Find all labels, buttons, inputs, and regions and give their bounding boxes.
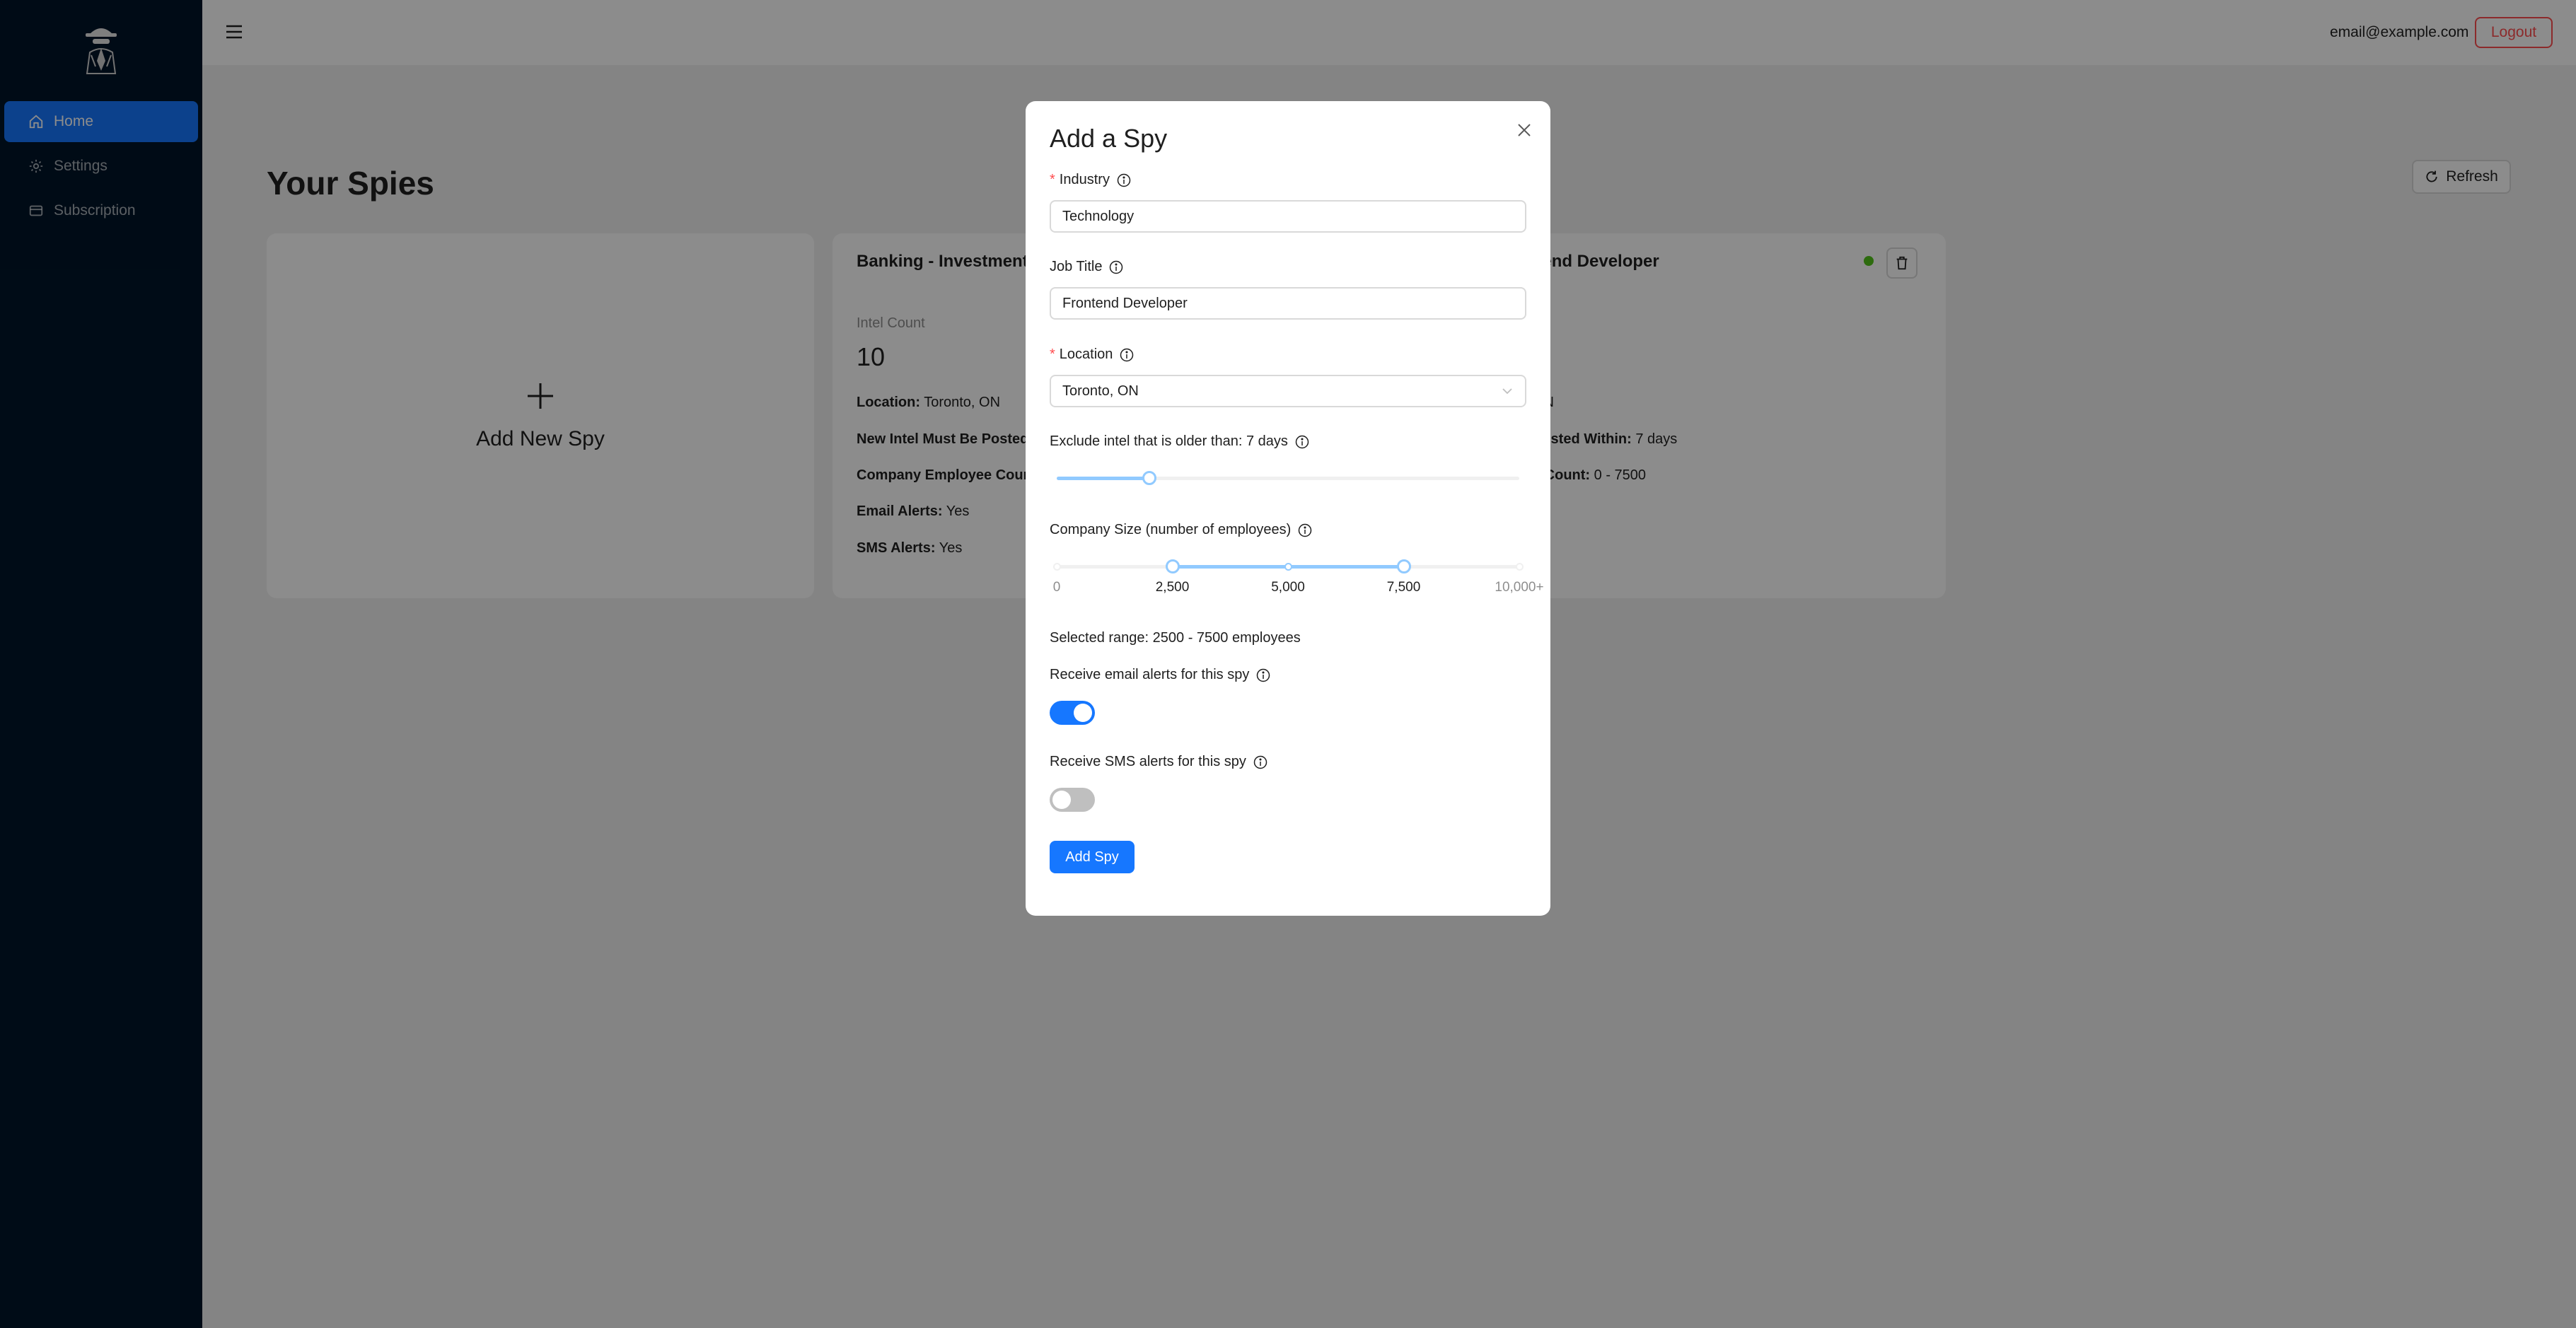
email-alerts-toggle[interactable] bbox=[1050, 701, 1095, 725]
required-mark: * bbox=[1050, 172, 1055, 187]
close-icon bbox=[1518, 124, 1531, 136]
info-icon[interactable] bbox=[1256, 668, 1270, 682]
industry-input[interactable] bbox=[1050, 200, 1526, 233]
slider-mark-label: 2,500 bbox=[1155, 580, 1190, 595]
industry-label: * Industry bbox=[1050, 172, 1131, 188]
slider-dot bbox=[1516, 563, 1524, 571]
required-mark: * bbox=[1050, 346, 1055, 362]
job-title-label: Job Title bbox=[1050, 259, 1123, 275]
info-icon[interactable] bbox=[1117, 173, 1131, 187]
chevron-down-icon bbox=[1502, 388, 1512, 395]
age-slider-label: Exclude intel that is older than: 7 days bbox=[1050, 433, 1309, 450]
slider-mark-label: 5,000 bbox=[1271, 580, 1305, 595]
add-spy-modal: Add a Spy * Industry Job Title * Locatio… bbox=[1026, 101, 1550, 916]
location-label: * Location bbox=[1050, 346, 1134, 363]
info-icon[interactable] bbox=[1253, 755, 1267, 769]
toggle-knob bbox=[1052, 791, 1071, 809]
modal-title: Add a Spy bbox=[1050, 124, 1168, 153]
slider-mark-label: 7,500 bbox=[1386, 580, 1421, 595]
slider-dot bbox=[1284, 563, 1292, 571]
sms-alerts-toggle[interactable] bbox=[1050, 788, 1095, 812]
close-button[interactable] bbox=[1512, 118, 1536, 142]
slider-handle[interactable] bbox=[1396, 559, 1411, 573]
slider-dot bbox=[1053, 563, 1061, 571]
info-icon[interactable] bbox=[1295, 435, 1309, 449]
company-size-label: Company Size (number of employees) bbox=[1050, 522, 1312, 538]
add-spy-button[interactable]: Add Spy bbox=[1050, 841, 1135, 873]
company-size-slider[interactable]: 0 2,500 5,000 7,500 10,000+ bbox=[1053, 556, 1544, 595]
toggle-knob bbox=[1074, 704, 1092, 722]
info-icon[interactable] bbox=[1109, 260, 1123, 274]
slider-mark-label: 10,000+ bbox=[1495, 580, 1544, 595]
slider-mark-label: 0 bbox=[1052, 580, 1061, 595]
email-alerts-label: Receive email alerts for this spy bbox=[1050, 667, 1270, 683]
age-slider[interactable] bbox=[1057, 467, 1519, 489]
selected-range-text: Selected range: 2500 - 7500 employees bbox=[1050, 630, 1301, 646]
location-select[interactable]: Toronto, ON bbox=[1050, 375, 1526, 407]
slider-track bbox=[1057, 477, 1149, 480]
info-icon[interactable] bbox=[1298, 523, 1312, 537]
location-select-value: Toronto, ON bbox=[1062, 383, 1139, 399]
slider-handle[interactable] bbox=[1142, 471, 1156, 485]
info-icon[interactable] bbox=[1120, 348, 1134, 362]
job-title-input[interactable] bbox=[1050, 287, 1526, 320]
slider-handle[interactable] bbox=[1165, 559, 1180, 573]
sms-alerts-label: Receive SMS alerts for this spy bbox=[1050, 754, 1267, 770]
